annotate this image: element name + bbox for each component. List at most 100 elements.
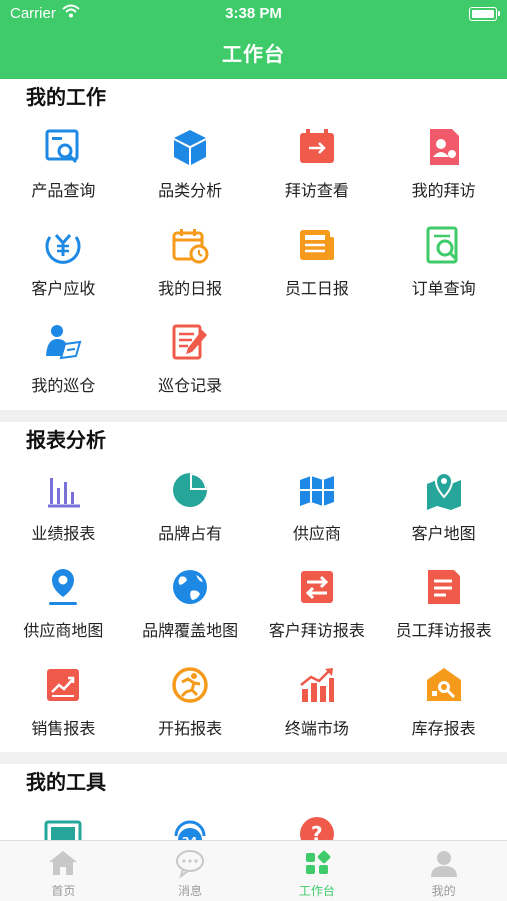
menu-item-label: 品牌占有 [158, 525, 223, 543]
menu-item-label: 员工拜访报表 [395, 623, 492, 640]
menu-item[interactable]: 终端市场 [254, 655, 381, 753]
menu-item[interactable]: 我的拜访 [380, 117, 507, 215]
tab-label: 首页 [51, 884, 76, 898]
menu-item[interactable]: 我的日报 [127, 215, 254, 313]
menu-item-label: 我的拜访 [411, 183, 476, 200]
tab-label: 消息 [178, 884, 203, 898]
menu-item[interactable]: 订单查询 [380, 215, 507, 313]
menu-item-label: 库存报表 [411, 720, 476, 738]
menu-item[interactable]: 产品查询 [0, 117, 127, 215]
menu-item[interactable]: 员工拜访报表 [380, 557, 507, 655]
menu-item-label: 业绩报表 [31, 525, 96, 543]
service-24h-icon: 24 [170, 812, 210, 840]
yen-icon [43, 225, 83, 265]
clock: 3:38 PM [225, 5, 282, 22]
section-divider [0, 752, 507, 764]
menu-item[interactable]: 巡仓记录 [127, 312, 254, 410]
menu-item-label: 客户拜访报表 [268, 623, 365, 640]
newspaper-icon [297, 225, 337, 265]
tab-chat[interactable]: 消息 [127, 841, 254, 901]
menu-item[interactable]: 供应商地图 [0, 557, 127, 655]
trend-chart-icon [43, 665, 83, 705]
menu-grid: 业绩报表 品牌占有 供应商 客户地图供应商地图 品牌覆盖地图 客户拜访报表 员工拜访报表销售… [0, 460, 507, 753]
chat-icon [174, 841, 206, 879]
svg-text:?: ? [311, 822, 323, 840]
menu-item[interactable]: 员工日报 [254, 215, 381, 313]
menu-item[interactable]: 业绩报表 [0, 460, 127, 558]
menu-item[interactable]: 品牌占有 [127, 460, 254, 558]
bar-chart-icon [43, 470, 83, 510]
status-bar: Carrier 3:38 PM [0, 0, 507, 28]
menu-item-label: 产品查询 [31, 183, 96, 200]
menu-item-label: 我的日报 [158, 280, 223, 298]
main-content[interactable]: 我的工作产品查询 品类分析 拜访查看 我的拜访客户应收 我的日报 员工日报 订单查询我的巡仓… [0, 79, 507, 840]
runner-icon [170, 665, 210, 705]
warehouse-search-icon [424, 665, 464, 705]
menu-item[interactable]: 品牌覆盖地图 [127, 557, 254, 655]
menu-item[interactable]: ? [254, 802, 381, 840]
menu-item-label: 客户地图 [411, 525, 476, 543]
person-writing-icon [43, 322, 83, 362]
menu-item[interactable]: 24 [127, 802, 254, 840]
menu-item[interactable]: 供应商 [254, 460, 381, 558]
menu-grid: 24? [0, 802, 507, 840]
help-icon: ? [297, 812, 337, 840]
menu-item[interactable]: 拜访查看 [254, 117, 381, 215]
swap-icon [297, 567, 337, 607]
growth-bars-icon [297, 665, 337, 705]
user-icon [428, 841, 460, 879]
section-title: 报表分析 [26, 429, 106, 452]
menu-item-label: 巡仓记录 [158, 378, 223, 395]
menu-item-label: 开拓报表 [158, 720, 223, 738]
menu-item[interactable]: 客户地图 [380, 460, 507, 558]
tab-label: 工作台 [298, 884, 335, 898]
menu-item-label: 供应商地图 [23, 623, 104, 640]
menu-grid: 产品查询 品类分析 拜访查看 我的拜访客户应收 我的日报 员工日报 订单查询我的巡仓 巡仓记录 [0, 117, 507, 410]
product-search-icon [43, 127, 83, 167]
menu-item-label: 客户应收 [31, 280, 96, 298]
calendar-arrow-icon [297, 127, 337, 167]
workbench-icon [301, 841, 333, 879]
menu-item[interactable]: 开拓报表 [127, 655, 254, 753]
menu-item[interactable]: 客户应收 [0, 215, 127, 313]
document-icon [424, 567, 464, 607]
menu-item[interactable]: 品类分析 [127, 117, 254, 215]
tab-user[interactable]: 我的 [380, 841, 507, 901]
cube-icon [170, 127, 210, 167]
monitor-icon [43, 812, 83, 840]
menu-item[interactable]: 我的巡仓 [0, 312, 127, 410]
menu-item[interactable] [0, 802, 127, 840]
notes-pen-icon [170, 322, 210, 362]
globe-icon [170, 567, 210, 607]
folded-map-icon [297, 470, 337, 510]
section-title: 我的工作 [26, 87, 106, 109]
header: Carrier 3:38 PM 工作台 [0, 0, 507, 79]
pie-chart-icon [170, 470, 210, 510]
tab-home[interactable]: 首页 [0, 841, 127, 901]
menu-item[interactable]: 库存报表 [380, 655, 507, 753]
menu-item[interactable]: 客户拜访报表 [254, 557, 381, 655]
section-title: 我的工具 [26, 772, 106, 794]
visit-profile-icon [424, 127, 464, 167]
tab-label: 我的 [431, 884, 456, 898]
menu-item-label: 员工日报 [284, 280, 349, 298]
battery-icon [469, 7, 500, 21]
menu-item-label: 品牌覆盖地图 [142, 623, 239, 640]
menu-item-label: 销售报表 [31, 720, 96, 738]
calendar-clock-icon [170, 225, 210, 265]
menu-item-label: 我的巡仓 [31, 378, 96, 395]
home-icon [47, 841, 79, 879]
menu-item[interactable]: 销售报表 [0, 655, 127, 753]
menu-item-label: 品类分析 [158, 183, 223, 200]
page-title: 工作台 [222, 44, 285, 66]
location-pin-icon [43, 567, 83, 607]
menu-item-label: 拜访查看 [284, 183, 349, 200]
order-search-icon [424, 225, 464, 265]
tab-workbench[interactable]: 工作台 [254, 841, 381, 901]
menu-item-label: 订单查询 [411, 280, 476, 298]
tab-bar: 首页 消息 工作台 我的 [0, 840, 507, 901]
section-divider [0, 409, 507, 422]
menu-item-label: 终端市场 [284, 720, 349, 738]
map-pin-icon [424, 470, 464, 510]
menu-item-label: 供应商 [292, 525, 341, 543]
